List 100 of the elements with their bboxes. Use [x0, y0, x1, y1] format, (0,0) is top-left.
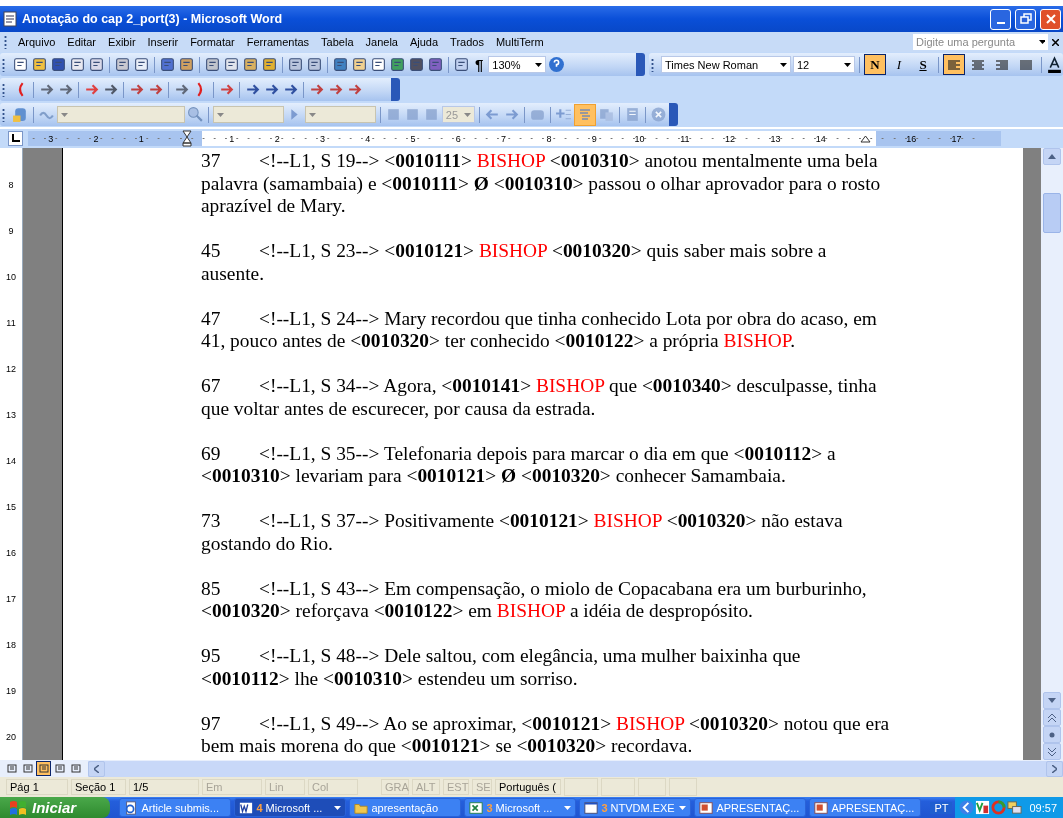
ruler-number: 8 [8, 179, 14, 192]
list-view-button[interactable] [574, 103, 596, 126]
menu-item[interactable]: Trados [444, 36, 490, 48]
menu-item[interactable]: Tabela [315, 36, 360, 48]
close-button[interactable] [1040, 8, 1061, 30]
menu-item[interactable]: Arquivo [12, 36, 62, 48]
ruler-number: 13 [6, 409, 16, 422]
ruler-number: 14 [6, 455, 16, 468]
word-icon [239, 800, 254, 815]
font-color-icon[interactable] [1046, 56, 1063, 73]
zoom-dropdown[interactable]: 130% [488, 56, 547, 73]
menu-item[interactable]: MultiTerm [489, 36, 550, 48]
align-center-icon [971, 58, 985, 71]
scroll-right-button[interactable] [1046, 760, 1063, 777]
page-view-icon [22, 764, 33, 773]
page-view-icon [70, 764, 81, 773]
ruler-number: 18 [6, 639, 16, 652]
menu-item[interactable]: Inserir [141, 36, 185, 48]
taskbar-button[interactable]: 3 NTVDM.EXE [579, 798, 692, 817]
help-question-field[interactable]: Digite uma pergunta [913, 34, 1048, 50]
pilcrow-button[interactable]: ¶ [472, 56, 487, 73]
align-left-button[interactable] [943, 54, 965, 75]
help-icon[interactable] [548, 56, 566, 73]
caret-icon [535, 62, 543, 67]
page-view-icon [38, 764, 49, 773]
menu-item[interactable]: Editar [61, 36, 103, 48]
taskbar-button[interactable]: apresentação [349, 798, 462, 817]
word-document-icon [2, 11, 18, 27]
tray-app-icon[interactable] [975, 800, 991, 815]
paragraph: 97 <!--L1, S 49--> Ao se aproximar, <0010121> BISHOP <0010320> notou que era bem mais morena do que <0010121> se <0010320> recordava. [201, 712, 891, 758]
status-text: Col [308, 779, 358, 795]
tab-selector-button[interactable] [8, 131, 23, 146]
status-text: ALT [412, 779, 440, 795]
font-dropdown[interactable]: Times New Roman [661, 56, 791, 73]
restore-icon [1019, 13, 1032, 25]
network-icon[interactable] [1007, 800, 1023, 815]
browser-icon [124, 800, 139, 815]
caret-icon [780, 62, 787, 67]
language-indicator[interactable]: PT [930, 801, 953, 814]
indent-marker-icon[interactable] [181, 130, 192, 147]
font-size-dropdown[interactable]: 12 [793, 56, 855, 73]
scrollbar-thumb[interactable] [1043, 193, 1061, 233]
dot-icon [1049, 731, 1055, 738]
menu-item[interactable]: Exibir [102, 36, 142, 48]
page-view-icon [6, 764, 17, 773]
presentation-icon [814, 800, 829, 815]
chevron-icon[interactable] [959, 800, 975, 815]
horizontal-scrollbar[interactable] [88, 760, 1063, 777]
caret-icon [464, 112, 472, 117]
double-down-arrow-icon [1048, 747, 1056, 756]
tab-stop-icon [11, 134, 20, 143]
ruler-number: 11 [6, 317, 16, 330]
status-field [638, 778, 666, 796]
paragraph: 47 <!--L1, S 24--> Mary recordou que tinha conhecido Lota por obra do acaso, em 41, pouco antes de <0010320> ter conhecido <0010122> a própria BISHOP. [201, 307, 878, 353]
search-icon[interactable] [186, 106, 204, 123]
vertical-scrollbar[interactable] [1041, 148, 1063, 760]
paragraph: 67 <!--L1, S 34--> Agora, <0010141> BISHOP que <0010340> desculpasse, tinha que voltar antes de escurecer, por causa da estrada. [201, 375, 878, 420]
scroll-up-button[interactable] [1043, 148, 1061, 165]
down-arrow-icon [1048, 698, 1056, 703]
paragraph: 85 <!--L1, S 43--> Em compensação, o miolo de Copacabana era um burburinho, <0010320> reforçava <0010122> em BISHOP a idéia de despropósito. [201, 577, 868, 623]
ruler-number: 19 [6, 685, 16, 698]
view-button[interactable] [36, 761, 51, 776]
ruler-number: 15 [6, 501, 16, 514]
caret-icon [216, 112, 224, 117]
restore-button[interactable] [1015, 8, 1036, 30]
page-view-icon [54, 764, 65, 773]
taskbar-button[interactable]: APRESENTAÇ... [809, 798, 922, 817]
menu-item[interactable]: Ferramentas [240, 36, 316, 48]
underline-button[interactable]: S [912, 54, 934, 75]
status-text: GRA [381, 779, 409, 795]
taskbar-button[interactable]: Article submis... [119, 798, 232, 817]
taskbar-button[interactable]: APRESENTAÇ... [694, 798, 807, 817]
previous-page-button[interactable] [1043, 709, 1061, 726]
taskbar-button[interactable]: 3 Microsoft ... [464, 798, 577, 817]
minimize-button[interactable] [990, 8, 1011, 30]
paragraph: 69 <!--L1, S 35--> Telefonaria depois para marcar o dia em que <0010112> a <0010310> levariam para <0010121> Ø <0010320> conhecer Samambaia. [201, 442, 837, 488]
double-up-arrow-icon [1048, 713, 1056, 722]
status-text: Lin [265, 779, 305, 795]
menu-item[interactable]: Ajuda [403, 36, 445, 48]
next-page-button[interactable] [1043, 743, 1061, 760]
taskbar-button[interactable]: 4 Microsoft ... [234, 798, 347, 817]
paragraph: 73 <!--L1, S 37--> Positivamente <0010121> BISHOP <0010320> não estava gostando do Rio. [201, 510, 844, 555]
close-icon [1045, 14, 1056, 24]
list-icon [578, 107, 593, 122]
ruler-number: 20 [6, 731, 16, 744]
right-indent-marker-icon[interactable] [860, 134, 872, 143]
select-browse-object-button[interactable] [1043, 726, 1061, 743]
italic-button[interactable]: I [888, 54, 910, 75]
status-field [601, 778, 635, 796]
scroll-down-button[interactable] [1043, 692, 1061, 709]
minimize-icon [996, 21, 1005, 24]
scroll-left-button[interactable] [88, 760, 105, 777]
caret-icon [308, 112, 316, 117]
align-right-icon [995, 58, 1009, 71]
menu-item[interactable]: Formatar [184, 36, 241, 48]
start-button[interactable]: Iniciar [0, 797, 111, 818]
align-justify-icon [1019, 58, 1033, 71]
caret-icon [60, 112, 68, 117]
bold-button[interactable]: N [864, 54, 886, 75]
menu-item[interactable]: Janela [359, 36, 404, 48]
